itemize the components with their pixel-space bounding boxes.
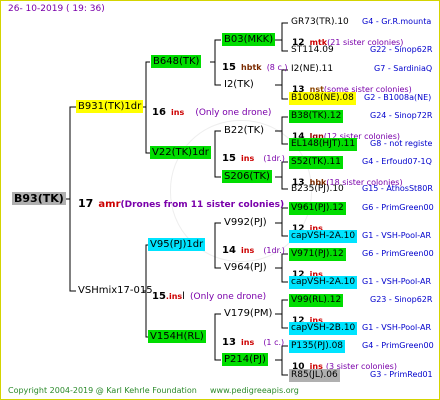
gen1-note-1: (Only one drone) [195, 108, 272, 118]
gen2-class-3: ins [241, 246, 255, 255]
gen4-info-4: G2 - B1008a(NE) [364, 93, 432, 102]
gen4-queen-3: I2(NE).11 [291, 64, 334, 74]
gen4-info-11: G6 - PrimGreen00 [362, 249, 434, 258]
gen4-queen-7: S52(TK).11 [289, 156, 343, 169]
gen2-class-1: hbtk [241, 63, 262, 72]
gen2-count-2: 15 [222, 153, 236, 164]
gen1-mating-1: 16 ins (Only one drone) [152, 100, 271, 119]
gen2-queen-4: V154H(RL) [148, 330, 206, 343]
gen2-note-4: (1 c.) [263, 338, 285, 347]
gen4-info-9: G6 - PrimGreen00 [362, 203, 434, 212]
gen4-info-6: G8 - not registe [370, 139, 433, 148]
gen4-info-3: G7 - SardiniaQ [374, 64, 433, 73]
gen4-queen-16: R85(JL).06 [289, 369, 340, 382]
gen1-class-2: .ins [165, 292, 183, 301]
gen2-queen-3: V95(PJ)1dr [148, 238, 206, 251]
gen4-info-10: G1 - VSH-Pool-AR [362, 231, 432, 240]
gen1-class-1: ins [171, 108, 185, 117]
gen2-count-4: 13 [222, 337, 236, 348]
gen2-mating-2: 15 ins (1dr.) [222, 146, 285, 165]
gen2-note-1: (8 c.) [266, 63, 288, 72]
gen2-count-1: 15 [222, 62, 236, 73]
gen4-queen-6: EL148(HJT).11 [289, 138, 358, 151]
gen2-mating-4: 13 ins (1 c.) [222, 330, 284, 349]
gen4-info-16: G3 - PrimRed01 [370, 370, 433, 379]
timestamp: 26- 10-2019 ( 19: 36) [8, 4, 105, 14]
footer-url[interactable]: www.pedigreeapis.org [210, 386, 299, 395]
gen1-class-2b: l [182, 291, 185, 302]
gen4-info-15: G4 - PrimGreen00 [362, 341, 434, 350]
gen1-queen-1: B931(TK)1dr [76, 100, 144, 113]
gen4-info-1: G4 - Gr.R.mounta [362, 17, 432, 26]
gen2-mating-1: 15 hbtk (8 c.) [222, 55, 288, 74]
gen3-queen-7: V179(PM) [224, 308, 273, 319]
gen4-queen-9: V961(PJ).12 [289, 202, 346, 215]
gen1-mating-2: 15.insl (Only one drone) [152, 284, 266, 303]
gen2-note-3: (1dr.) [263, 246, 285, 255]
gen3-queen-5: V992(PJ) [224, 217, 267, 228]
gen4-queen-12: capVSH-2A.10 [289, 276, 358, 289]
gen1-count-2: 15 [152, 291, 166, 302]
gen4-info-14: G1 - VSH-Pool-AR [362, 323, 432, 332]
gen4-info-2: G22 - Sinop62R [370, 45, 433, 54]
gen2-count-3: 14 [222, 245, 236, 256]
gen2-note-2: (1dr.) [263, 154, 285, 163]
gen2-queen-2: V22(TK)1dr [150, 146, 211, 159]
gen3-queen-4: S206(TK) [222, 170, 272, 183]
gen4-queen-5: B38(TK).12 [289, 110, 344, 123]
gen3-queen-6: V964(PJ) [224, 262, 267, 273]
gen2-class-2: ins [241, 154, 255, 163]
gen2-class-4: ins [241, 338, 255, 347]
gen1-queen-2: VSHmix17-015 [78, 285, 153, 296]
gen4-queen-11: V971(PJ).12 [289, 248, 346, 261]
gen4-queen-4: B1008(NE).08 [289, 92, 356, 105]
gen4-queen-15: P135(PJ).08 [289, 340, 346, 353]
gen4-info-8: G15 - AthosSt80R [362, 184, 433, 193]
gen4-info-7: G4 - Erfoud07-1Q [362, 157, 432, 166]
gen3-queen-3: B22(TK) [224, 125, 265, 136]
gen4-queen-8: B235(PJ).10 [291, 184, 344, 194]
gen2-mating-3: 14 ins (1dr.) [222, 238, 285, 257]
gen3-queen-8: P214(PJ) [222, 353, 268, 366]
gen4-queen-13: V99(RL).12 [289, 294, 344, 307]
gen4-info-12: G1 - VSH-Pool-AR [362, 277, 432, 286]
root-count: 17 [78, 197, 94, 210]
root-mating-info: 17 amr(Drones from 11 sister colonies) [78, 192, 284, 211]
root-note: (Drones from 11 sister colonies) [120, 200, 285, 210]
gen4-queen-2: ST114.09 [291, 45, 334, 55]
gen2-queen-1: B648(TK) [151, 55, 202, 68]
gen4-info-5: G24 - Sinop72R [370, 111, 433, 120]
gen3-queen-2: I2(TK) [224, 79, 254, 90]
gen4-queen-1: GR73(TR).10 [291, 17, 349, 27]
root-queen: B93(TK) [12, 192, 66, 205]
root-class: amr [98, 199, 121, 210]
gen4-queen-14: capVSH-2B.10 [289, 322, 358, 335]
gen1-note-2: (Only one drone) [190, 292, 267, 302]
gen1-count-1: 16 [152, 107, 166, 118]
gen4-queen-10: capVSH-2A.10 [289, 230, 358, 243]
gen3-queen-1: B03(MKK) [222, 33, 276, 46]
gen4-info-13: G23 - Sinop62R [370, 295, 433, 304]
footer-copyright: Copyright 2004-2019 @ Karl Kehrle Founda… [8, 386, 197, 395]
